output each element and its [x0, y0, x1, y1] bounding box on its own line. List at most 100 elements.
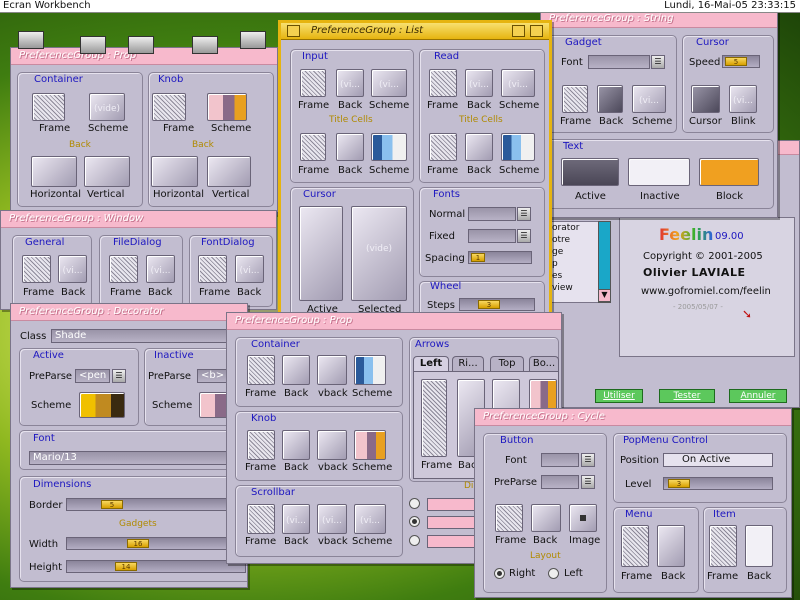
active-button[interactable]: [299, 206, 343, 301]
preparse-field[interactable]: <pen: [75, 369, 110, 383]
back-button[interactable]: [235, 255, 264, 283]
drawer-icon[interactable]: [128, 36, 154, 54]
slider-knob[interactable]: 5: [725, 57, 747, 66]
normal-font-field[interactable]: [468, 207, 516, 221]
slider-knob[interactable]: 14: [115, 562, 137, 571]
radio-option[interactable]: [409, 535, 420, 546]
frame-button[interactable]: [247, 504, 275, 534]
string-title[interactable]: PreferenceGroup : String: [541, 11, 777, 28]
slider-knob[interactable]: 16: [127, 539, 149, 548]
frame-button[interactable]: [300, 69, 326, 97]
image-button[interactable]: [569, 504, 597, 532]
vertical-button[interactable]: [84, 156, 130, 187]
scheme-button[interactable]: [354, 430, 386, 460]
vertical-button[interactable]: [207, 156, 251, 187]
block-button[interactable]: [699, 158, 759, 186]
frame-button[interactable]: [109, 255, 138, 283]
spacing-slider[interactable]: 1: [468, 251, 532, 264]
frame-button[interactable]: [709, 525, 737, 567]
inactive-button[interactable]: [628, 158, 690, 186]
speed-slider[interactable]: 5: [722, 55, 760, 68]
scroll-down-icon[interactable]: ▼: [598, 289, 611, 302]
back-button[interactable]: [282, 504, 310, 534]
frame-button[interactable]: [300, 133, 326, 161]
tab-top[interactable]: Top: [490, 356, 524, 371]
list-title[interactable]: PreferenceGroup : List: [281, 23, 549, 40]
frame-button[interactable]: [247, 355, 275, 385]
use-button[interactable]: Utiliser: [595, 389, 643, 403]
tab-left[interactable]: Left: [413, 356, 449, 371]
frame-button[interactable]: [621, 525, 649, 567]
test-button[interactable]: Tester: [659, 389, 715, 403]
scheme-button[interactable]: [207, 93, 247, 121]
frame-button[interactable]: [198, 255, 227, 283]
frame-button[interactable]: [495, 504, 523, 532]
depth-icon[interactable]: [530, 25, 543, 37]
back-button[interactable]: [465, 133, 493, 161]
prop2-title[interactable]: PreferenceGroup : Prop: [227, 313, 561, 330]
width-slider[interactable]: 16: [66, 537, 246, 550]
back-button[interactable]: [531, 504, 561, 532]
font-field[interactable]: Mario/13: [29, 451, 247, 465]
position-cycle[interactable]: On Active: [663, 453, 773, 467]
scheme-button[interactable]: [354, 355, 386, 385]
back-button[interactable]: [465, 69, 493, 97]
scheme-button[interactable]: [371, 69, 407, 97]
tab-bottom[interactable]: Bo...: [529, 356, 559, 371]
scheme-button[interactable]: [501, 133, 535, 161]
drawer-icon[interactable]: [80, 36, 106, 54]
preparse-field[interactable]: [541, 475, 579, 489]
vback-button[interactable]: [317, 430, 347, 460]
class-field[interactable]: Shade: [51, 329, 247, 343]
scheme-button[interactable]: [371, 133, 407, 161]
horizontal-button[interactable]: [31, 156, 77, 187]
vback-button[interactable]: [317, 355, 347, 385]
decorator-title[interactable]: PreferenceGroup : Decorator: [11, 304, 247, 321]
fixed-font-field[interactable]: [468, 229, 516, 243]
fixed-popup-icon[interactable]: ☰: [517, 229, 531, 243]
cancel-button[interactable]: Annuler: [729, 389, 787, 403]
radio-option[interactable]: [409, 516, 420, 527]
window-title[interactable]: PreferenceGroup : Window: [1, 211, 276, 228]
scheme-button[interactable]: [89, 93, 125, 121]
frame-button[interactable]: [32, 93, 65, 121]
active-button[interactable]: [561, 158, 619, 186]
frame-button[interactable]: [22, 255, 51, 283]
normal-popup-icon[interactable]: ☰: [517, 207, 531, 221]
back-button[interactable]: [657, 525, 685, 567]
right-radio[interactable]: [494, 568, 505, 579]
cursor-button[interactable]: [691, 85, 720, 113]
font-popup-icon[interactable]: ☰: [581, 453, 595, 467]
preparse-popup-icon[interactable]: ☰: [581, 475, 595, 489]
scheme-button[interactable]: [501, 69, 535, 97]
scheme-button[interactable]: [79, 392, 125, 418]
selected-button[interactable]: [351, 206, 407, 301]
close-icon[interactable]: [287, 25, 300, 37]
slider-knob[interactable]: 1: [471, 253, 485, 262]
frame-button[interactable]: [152, 93, 186, 121]
back-button[interactable]: [597, 85, 623, 113]
cycle-title[interactable]: PreferenceGroup : Cycle: [475, 409, 791, 426]
disk-icon[interactable]: [18, 31, 44, 49]
radio-option[interactable]: [409, 498, 420, 509]
sample-slider[interactable]: [427, 535, 477, 548]
left-radio[interactable]: [548, 568, 559, 579]
preparse-popup-icon[interactable]: ☰: [112, 369, 126, 383]
tab-right[interactable]: Ri...: [452, 356, 484, 371]
back-button[interactable]: [745, 525, 773, 567]
slider-knob[interactable]: 3: [478, 300, 500, 309]
height-slider[interactable]: 14: [66, 560, 246, 573]
steps-slider[interactable]: 3: [459, 298, 535, 311]
back-button[interactable]: [336, 133, 364, 161]
level-slider[interactable]: 3: [663, 477, 773, 490]
slider-knob[interactable]: 3: [668, 479, 690, 488]
back-button[interactable]: [282, 430, 310, 460]
blink-button[interactable]: [729, 85, 757, 113]
frame-button[interactable]: [247, 430, 275, 460]
zoom-icon[interactable]: [512, 25, 525, 37]
back-button[interactable]: [58, 255, 87, 283]
scheme-button[interactable]: [632, 85, 666, 113]
frame-button[interactable]: [429, 133, 457, 161]
back-button[interactable]: [282, 355, 310, 385]
sample-slider[interactable]: [427, 498, 477, 511]
